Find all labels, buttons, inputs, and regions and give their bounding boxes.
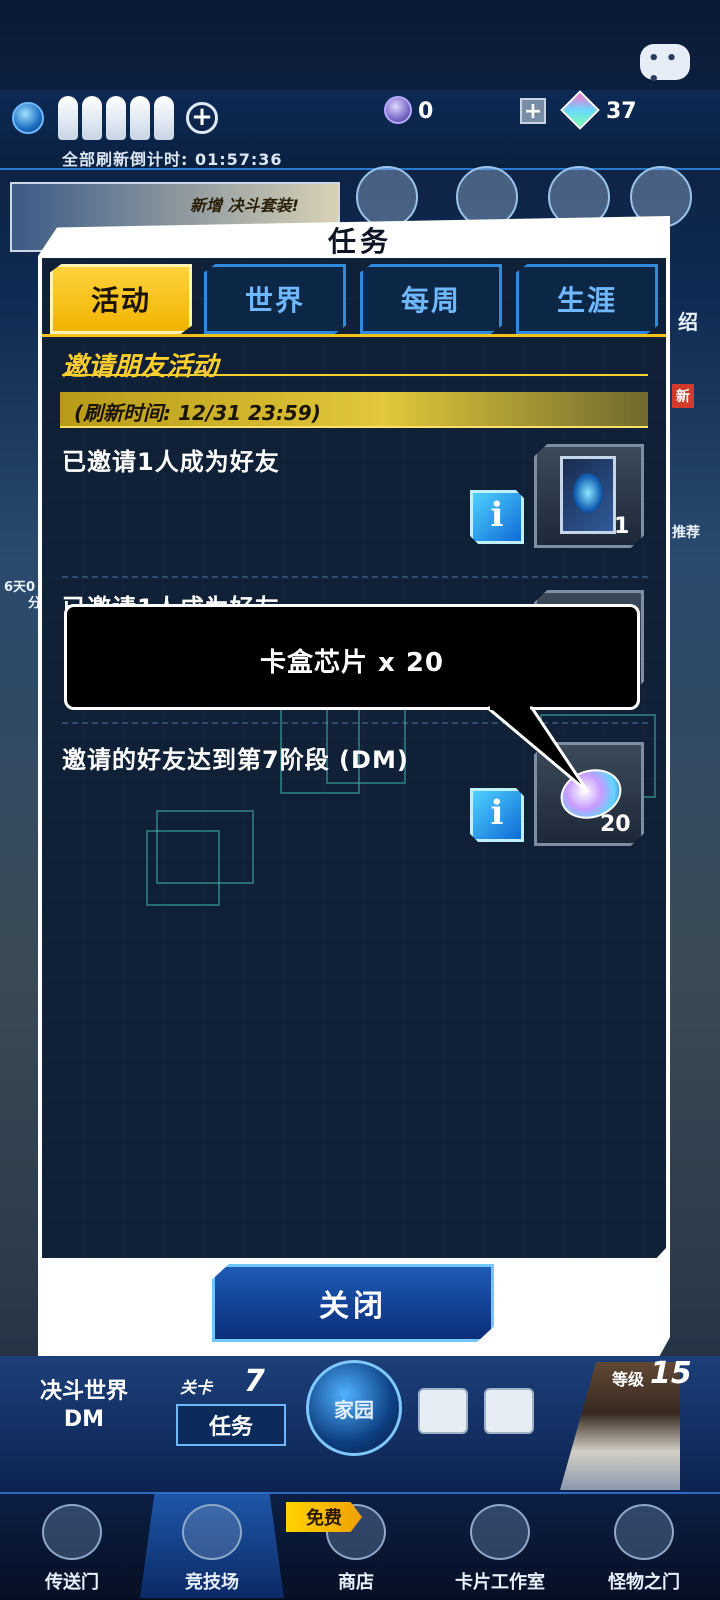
tab-label: 每周	[400, 284, 461, 317]
crossed-swords-icon	[182, 1504, 242, 1560]
duel-world-label: 决斗世界	[40, 1379, 129, 1404]
side-label: 推荐	[672, 525, 700, 541]
free-badge: 免费	[286, 1502, 362, 1532]
nav-label: 传送门	[45, 1572, 99, 1593]
refresh-countdown: 全部刷新倒计时: 01:57:36	[62, 150, 283, 169]
reward-count: 20	[600, 812, 631, 837]
crystal-count: 37	[606, 99, 637, 124]
side-label: 绍	[678, 310, 698, 334]
add-currency-button[interactable]: +	[520, 98, 546, 124]
app-root: + 全部刷新倒计时: 01:57:36 0 + 37 新增 决斗套装! 绍 新 …	[0, 0, 720, 1600]
nav-label: 竞技场	[185, 1572, 239, 1593]
nav-item-card-studio[interactable]: 卡片工作室	[428, 1494, 572, 1598]
task-text: 已邀请1人成为好友	[62, 448, 280, 476]
gem-icon	[384, 96, 412, 124]
mail-icon[interactable]	[456, 166, 518, 228]
pack-banner-text: 新增 决斗套装!	[190, 196, 299, 215]
task-divider	[62, 576, 648, 578]
party-slot-icon	[82, 96, 102, 140]
home-label: 家园	[334, 1398, 374, 1422]
party-slot-icon	[130, 96, 150, 140]
duel-world-sub: DM	[63, 1407, 105, 1432]
info-button[interactable]: i	[470, 788, 524, 842]
info-button[interactable]: i	[470, 490, 524, 544]
party-slot-icon	[154, 96, 174, 140]
party-slots	[58, 96, 174, 140]
nav-item-gate[interactable]: 传送门	[0, 1494, 144, 1598]
tooltip-tail	[488, 704, 590, 794]
close-label: 关闭	[319, 1289, 387, 1324]
stage-number: 7	[244, 1364, 265, 1399]
nav-item-monster-gate[interactable]: 怪物之门	[572, 1494, 716, 1598]
add-slot-button[interactable]: +	[186, 102, 218, 134]
tab-label: 生涯	[556, 284, 617, 317]
task-button[interactable]: 任务	[176, 1404, 286, 1446]
gate-icon	[42, 1504, 102, 1560]
hologram-deco	[156, 810, 254, 884]
tab-career[interactable]: 生涯	[516, 264, 658, 334]
deck-icon[interactable]	[418, 1388, 468, 1434]
task-button-label: 任务	[208, 1415, 253, 1440]
side-badge: 新	[672, 384, 694, 408]
stage-label: 关卡	[180, 1378, 213, 1397]
nav-label: 商店	[338, 1572, 374, 1593]
level-label: 等级	[612, 1370, 645, 1389]
reward-count: 1	[614, 514, 630, 539]
tab-label: 活动	[90, 284, 151, 317]
lock-gate-icon	[614, 1504, 674, 1560]
deck-box-icon[interactable]	[484, 1388, 534, 1434]
refresh-time: (刷新时间: 12/31 23:59)	[74, 401, 321, 425]
tab-weekly[interactable]: 每周	[360, 264, 502, 334]
level-number: 15	[650, 1356, 692, 1391]
party-slot-icon	[58, 96, 78, 140]
close-button[interactable]: 关闭	[212, 1264, 494, 1342]
nav-label: 怪物之门	[608, 1572, 680, 1593]
tooltip-text: 卡盒芯片 x 20	[259, 648, 445, 678]
nav-item-arena[interactable]: 竞技场	[140, 1494, 284, 1598]
section-title: 邀请朋友活动	[62, 352, 219, 382]
globe-icon[interactable]	[12, 102, 44, 134]
card-box-icon	[560, 456, 616, 534]
tab-world[interactable]: 世界	[204, 264, 346, 334]
duel-world-button[interactable]: 决斗世界 DM	[40, 1378, 128, 1434]
duel-disk-icon[interactable]	[356, 166, 418, 228]
task-text: 邀请的好友达到第7阶段 (DM)	[62, 746, 409, 774]
tab-underline	[42, 334, 666, 337]
modal-title: 任务	[327, 225, 392, 258]
tab-label: 世界	[244, 284, 305, 317]
cards-icon	[470, 1504, 530, 1560]
party-slot-icon	[106, 96, 126, 140]
refresh-time-band: (刷新时间: 12/31 23:59)	[60, 392, 648, 428]
section-divider	[62, 374, 648, 376]
tab-events[interactable]: 活动	[50, 264, 192, 334]
gem-count: 0	[418, 99, 434, 124]
nav-label: 卡片工作室	[455, 1572, 545, 1593]
chat-icon[interactable]	[640, 44, 690, 90]
